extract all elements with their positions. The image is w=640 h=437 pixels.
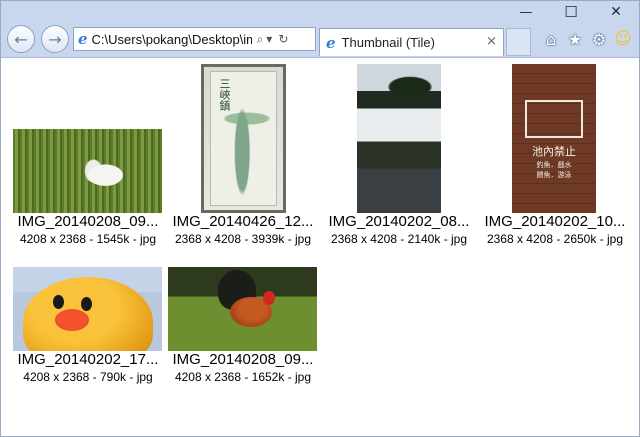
duck-body <box>23 277 153 351</box>
gear-icon[interactable]: ⚙ <box>588 28 610 50</box>
file-name: IMG_20140208_09... <box>172 351 314 368</box>
thumbnail-grid: IMG_20140208_09... 4208 x 2368 - 1545k -… <box>1 58 639 436</box>
sign-line-1: 釣魚．戲水 <box>536 161 572 169</box>
maximize-button[interactable]: ☐ <box>553 1 589 23</box>
address-bar[interactable]: e C:\Users\pokang\Desktop\im ⌕ ▾ ↻ <box>73 27 316 51</box>
back-button[interactable]: ← <box>7 25 35 53</box>
palm-tree <box>385 69 435 114</box>
thumbnail-image-sign[interactable]: 池內禁止 釣魚．戲水 餵魚．游泳 <box>512 64 596 213</box>
favorites-star-icon[interactable]: ★ <box>564 28 586 50</box>
sign-line-2: 餵魚．游泳 <box>536 171 572 179</box>
thumbnail-tile[interactable]: 池內禁止 釣魚．戲水 餵魚．游泳 IMG_20140202_10... 2368… <box>479 58 639 248</box>
arrow-left-icon: ← <box>14 29 28 49</box>
file-name: IMG_20140202_17... <box>17 351 159 368</box>
close-tab-icon[interactable]: × <box>486 34 497 49</box>
duck-beak <box>55 309 89 331</box>
sign-title: 池內禁止 <box>532 145 576 158</box>
tab-thumbnail-tile[interactable]: e Thumbnail (Tile) × <box>319 28 504 56</box>
navigation-toolbar: ← → e C:\Users\pokang\Desktop\im ⌕ ▾ ↻ e… <box>1 23 639 58</box>
thumbnail-tile[interactable]: IMG_20140208_09... 4208 x 2368 - 1652k -… <box>161 258 321 388</box>
chevron-down-icon[interactable]: ▾ <box>266 32 272 46</box>
search-icon[interactable]: ⌕ <box>257 32 264 47</box>
sign-pictogram <box>525 100 583 138</box>
thumbnail-tile[interactable]: IMG_20140202_17... 4208 x 2368 - 790k - … <box>1 258 162 388</box>
thumbnail-tile[interactable]: IMG_20140202_08... 2368 x 4208 - 2140k -… <box>321 58 481 248</box>
file-name: IMG_20140426_12... <box>172 213 314 230</box>
ie-page-icon: e <box>78 30 88 48</box>
thumbnail-image-map[interactable]: 三峽鎮 <box>201 64 286 213</box>
refresh-icon[interactable]: ↻ <box>278 32 288 46</box>
address-input[interactable]: C:\Users\pokang\Desktop\im <box>92 32 252 47</box>
file-name: IMG_20140208_09... <box>17 213 159 230</box>
thumbnail-image-house[interactable] <box>357 64 441 213</box>
arrow-right-icon: → <box>48 29 62 49</box>
map-board: 三峽鎮 <box>210 71 277 206</box>
file-info: 2368 x 4208 - 3939k - jpg <box>174 232 312 246</box>
ie-tab-icon: e <box>326 33 336 52</box>
file-info: 2368 x 4208 - 2140k - jpg <box>330 232 468 246</box>
file-info: 4208 x 2368 - 790k - jpg <box>23 370 153 384</box>
thumbnail-image-duck[interactable] <box>13 267 162 351</box>
file-info: 2368 x 4208 - 2650k - jpg <box>486 232 624 246</box>
thumbnail-image-rooster[interactable] <box>168 267 317 351</box>
home-icon[interactable]: ⌂ <box>540 28 562 50</box>
map-title: 三峽鎮 <box>218 78 231 111</box>
tab-title: Thumbnail (Tile) <box>341 35 435 50</box>
duck-eye <box>81 297 92 311</box>
browser-window: — ☐ ✕ ← → e C:\Users\pokang\Desktop\im ⌕… <box>0 0 640 437</box>
file-name: IMG_20140202_08... <box>328 213 470 230</box>
rooster-head <box>263 291 275 305</box>
smiley-feedback-icon[interactable]: ☺ <box>612 28 634 50</box>
thumbnail-tile[interactable]: 三峽鎮 IMG_20140426_12... 2368 x 4208 - 393… <box>161 58 321 248</box>
new-tab-button[interactable] <box>506 28 531 56</box>
thumbnail-tile[interactable]: IMG_20140208_09... 4208 x 2368 - 1545k -… <box>1 58 162 248</box>
thumbnail-image-goose[interactable] <box>13 129 162 213</box>
duck-eye <box>53 295 64 309</box>
forward-button[interactable]: → <box>41 25 69 53</box>
minimize-button[interactable]: — <box>508 1 544 23</box>
file-info: 4208 x 2368 - 1545k - jpg <box>19 232 157 246</box>
file-info: 4208 x 2368 - 1652k - jpg <box>174 370 312 384</box>
file-name: IMG_20140202_10... <box>484 213 626 230</box>
close-button[interactable]: ✕ <box>598 1 634 23</box>
